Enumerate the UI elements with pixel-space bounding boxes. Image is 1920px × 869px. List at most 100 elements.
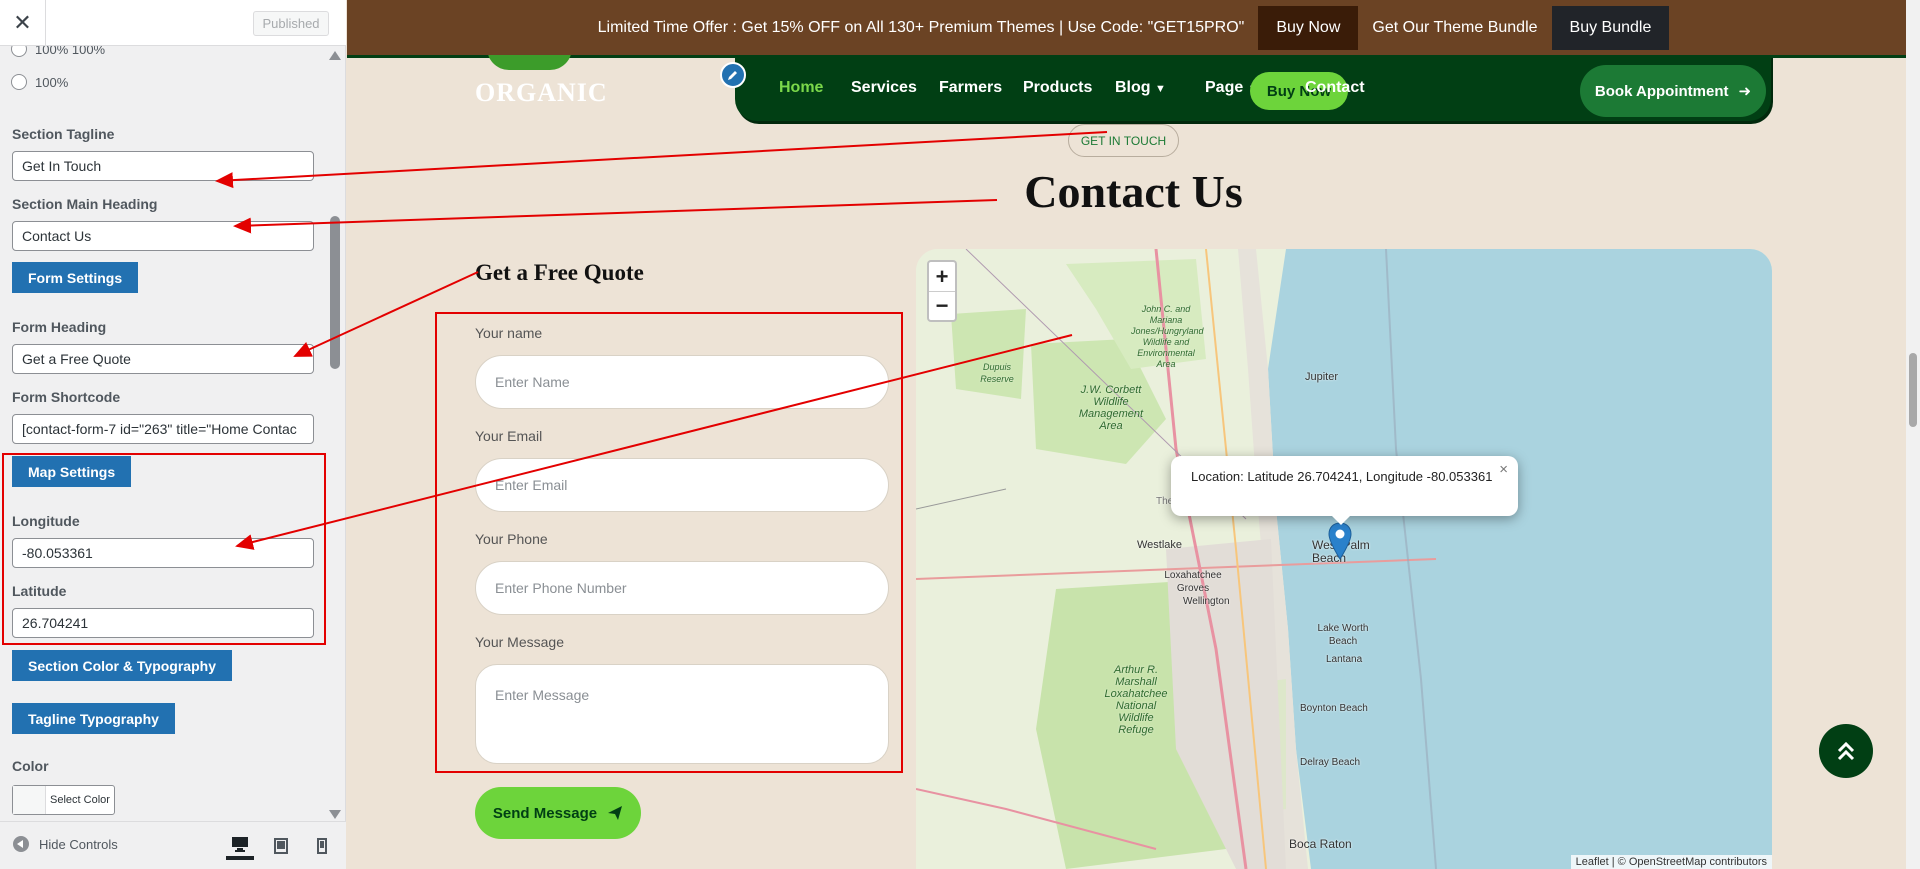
- map-label-loxahatchee-groves: Loxahatchee Groves: [1164, 570, 1222, 594]
- hide-controls-button[interactable]: Hide Controls: [13, 836, 118, 852]
- published-button[interactable]: Published: [253, 11, 329, 36]
- radio-label: 100% 100%: [35, 46, 106, 57]
- color-swatch: [13, 786, 46, 814]
- tagline-input[interactable]: Get In Touch: [12, 151, 314, 181]
- form-heading-input[interactable]: Get a Free Quote: [12, 344, 314, 374]
- close-icon[interactable]: ×: [1499, 461, 1508, 478]
- book-appointment-button[interactable]: Book Appointment ➜: [1580, 65, 1766, 117]
- sidebar-scrollbar-thumb[interactable]: [330, 216, 340, 369]
- map-popup: Location: Latitude 26.704241, Longitude …: [1171, 456, 1518, 525]
- form-settings-button[interactable]: Form Settings: [12, 262, 139, 293]
- paper-plane-icon: [608, 806, 623, 820]
- map-popup-text: Location: Latitude 26.704241, Longitude …: [1191, 469, 1493, 484]
- site-logo[interactable]: ORGANIC: [475, 78, 608, 108]
- radio-icon[interactable]: [11, 46, 27, 57]
- email-label: Your Email: [475, 428, 543, 444]
- phone-label: Your Phone: [475, 531, 548, 547]
- nav-blog-label: Blog: [1115, 79, 1151, 96]
- scroll-up-icon[interactable]: [329, 51, 341, 60]
- form-heading: Get a Free Quote: [475, 260, 644, 285]
- nav-item-services[interactable]: Services: [851, 79, 917, 97]
- map-zoom-control: + −: [927, 260, 957, 322]
- page-scrollbar[interactable]: [1906, 0, 1920, 869]
- latitude-input[interactable]: 26.704241: [12, 608, 314, 638]
- main-heading-input[interactable]: Contact Us: [12, 221, 314, 251]
- nav-item-products[interactable]: Products: [1023, 79, 1092, 97]
- promo-buy-bundle-button[interactable]: Buy Bundle: [1551, 5, 1670, 50]
- customizer-sidebar: ✕ Published 100% 100% 100% Section Tagli…: [0, 0, 346, 869]
- form-shortcode-label: Form Shortcode: [12, 389, 121, 405]
- zoom-in-button[interactable]: +: [929, 262, 955, 291]
- map-label-dupuis-reserve: Dupuis Reserve: [980, 362, 1014, 384]
- site-preview: ORGANIC Home Services Farmers Products B…: [347, 0, 1920, 869]
- page-scrollbar-thumb[interactable]: [1909, 353, 1917, 427]
- collapse-icon: [13, 836, 29, 852]
- select-color-button[interactable]: Select Color: [12, 785, 115, 815]
- close-icon[interactable]: ✕: [0, 0, 46, 46]
- map-attribution[interactable]: Leaflet | © OpenStreetMap contributors: [1570, 855, 1772, 869]
- map-label-lantana: Lantana: [1326, 654, 1363, 665]
- section-tagline: GET IN TOUCH: [1068, 124, 1179, 157]
- form-heading-label: Form Heading: [12, 319, 107, 335]
- promo-bar: Limited Time Offer : Get 15% OFF on All …: [347, 0, 1920, 55]
- section-color-typography-button[interactable]: Section Color & Typography: [12, 650, 232, 681]
- nav-item-home[interactable]: Home: [779, 79, 823, 97]
- radio-icon[interactable]: [11, 74, 27, 90]
- color-label: Color: [12, 758, 49, 774]
- scroll-down-icon[interactable]: [329, 810, 341, 819]
- nav-page-label: Page: [1205, 79, 1244, 96]
- edit-pencil-icon[interactable]: [720, 62, 746, 88]
- scroll-to-top-button[interactable]: [1819, 724, 1873, 778]
- message-label: Your Message: [475, 634, 564, 650]
- longitude-input[interactable]: -80.053361: [12, 538, 314, 568]
- nav-item-blog[interactable]: Blog ▼: [1115, 79, 1166, 97]
- book-appointment-label: Book Appointment: [1594, 82, 1729, 100]
- tagline-label: Section Tagline: [12, 126, 115, 142]
- phone-input[interactable]: Enter Phone Number: [475, 561, 889, 615]
- map-label-boca-raton: Boca Raton: [1289, 837, 1352, 851]
- map-label-jupiter: Jupiter: [1305, 371, 1339, 383]
- map-label-lake-worth-beach: Lake Worth Beach: [1317, 623, 1369, 647]
- map-pin-icon[interactable]: [1328, 522, 1352, 563]
- promo-text: Limited Time Offer : Get 15% OFF on All …: [597, 18, 1245, 36]
- name-label: Your name: [475, 325, 543, 341]
- form-shortcode-input[interactable]: [contact-form-7 id="263" title="Home Con…: [12, 414, 314, 444]
- customizer-controls[interactable]: 100% 100% 100% Section Tagline Get In To…: [0, 46, 346, 821]
- radio-option-100-100[interactable]: 100% 100%: [11, 46, 105, 57]
- section-heading: Contact Us: [1024, 166, 1243, 217]
- customizer-header: ✕ Published: [0, 0, 346, 46]
- map-label-corbett: J.W. Corbett Wildlife Management Area: [1078, 384, 1144, 432]
- radio-option-100[interactable]: 100%: [11, 74, 68, 90]
- customizer-footer: Hide Controls: [0, 821, 346, 869]
- map-label-delray-beach: Delray Beach: [1300, 757, 1361, 768]
- mobile-preview-icon[interactable]: [308, 832, 336, 860]
- message-textarea[interactable]: Enter Message: [475, 664, 889, 764]
- send-message-button[interactable]: Send Message: [475, 787, 641, 839]
- radio-label: 100%: [35, 74, 69, 90]
- map-settings-button[interactable]: Map Settings: [12, 456, 132, 487]
- map-label-westlake: Westlake: [1137, 539, 1183, 551]
- send-message-label: Send Message: [492, 804, 598, 822]
- promo-buy-now-button[interactable]: Buy Now: [1258, 5, 1359, 50]
- main-navigation: Home Services Farmers Products Blog ▼ Pa…: [735, 55, 1771, 121]
- latitude-label: Latitude: [12, 583, 67, 599]
- name-input[interactable]: Enter Name: [475, 355, 889, 409]
- nav-item-contact[interactable]: Contact: [1305, 79, 1365, 97]
- map-label-boynton-beach: Boynton Beach: [1300, 703, 1368, 714]
- select-color-label: Select Color: [50, 794, 110, 806]
- nav-item-farmers[interactable]: Farmers: [939, 79, 1002, 97]
- desktop-preview-icon[interactable]: [226, 832, 254, 860]
- popup-tip: [1331, 515, 1351, 525]
- map-label-wellington: Wellington: [1183, 596, 1230, 607]
- hide-controls-label: Hide Controls: [39, 836, 118, 852]
- arrow-right-icon: ➜: [1738, 83, 1752, 100]
- email-input[interactable]: Enter Email: [475, 458, 889, 512]
- map-label-marshall-refuge: Arthur R. Marshall Loxahatchee National …: [1104, 664, 1168, 736]
- map-label-hungryland: John C. and Mariana Jones/Hungryland Wil…: [1131, 304, 1204, 369]
- promo-bundle-text: Get Our Theme Bundle: [1372, 18, 1538, 36]
- tagline-typography-button[interactable]: Tagline Typography: [12, 703, 175, 734]
- location-map[interactable]: Jupiter West Palm Beach Westlake Loxahat…: [916, 249, 1772, 869]
- tablet-preview-icon[interactable]: [267, 832, 295, 860]
- double-chevron-up-icon: [1837, 741, 1855, 761]
- zoom-out-button[interactable]: −: [929, 291, 955, 320]
